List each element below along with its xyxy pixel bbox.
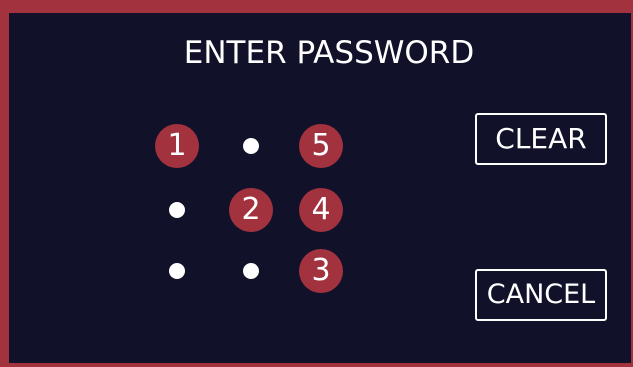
dialog-frame: ENTER PASSWORD 1 524 3 CLEAR CANCEL	[0, 0, 633, 367]
pattern-node-selected[interactable]: 1	[155, 124, 199, 168]
pattern-node-selected[interactable]: 2	[229, 188, 273, 232]
pattern-node[interactable]	[243, 263, 259, 279]
cancel-button[interactable]: CANCEL	[475, 269, 607, 321]
pattern-node[interactable]	[243, 138, 259, 154]
password-dialog: ENTER PASSWORD 1 524 3 CLEAR CANCEL	[9, 13, 631, 363]
pattern-node-selected[interactable]: 4	[299, 188, 343, 232]
dialog-title: ENTER PASSWORD	[183, 35, 475, 71]
pattern-node[interactable]	[169, 263, 185, 279]
pattern-node-selected[interactable]: 5	[299, 124, 343, 168]
pattern-node-selected[interactable]: 3	[299, 249, 343, 293]
clear-button[interactable]: CLEAR	[475, 113, 607, 165]
pattern-node[interactable]	[169, 202, 185, 218]
